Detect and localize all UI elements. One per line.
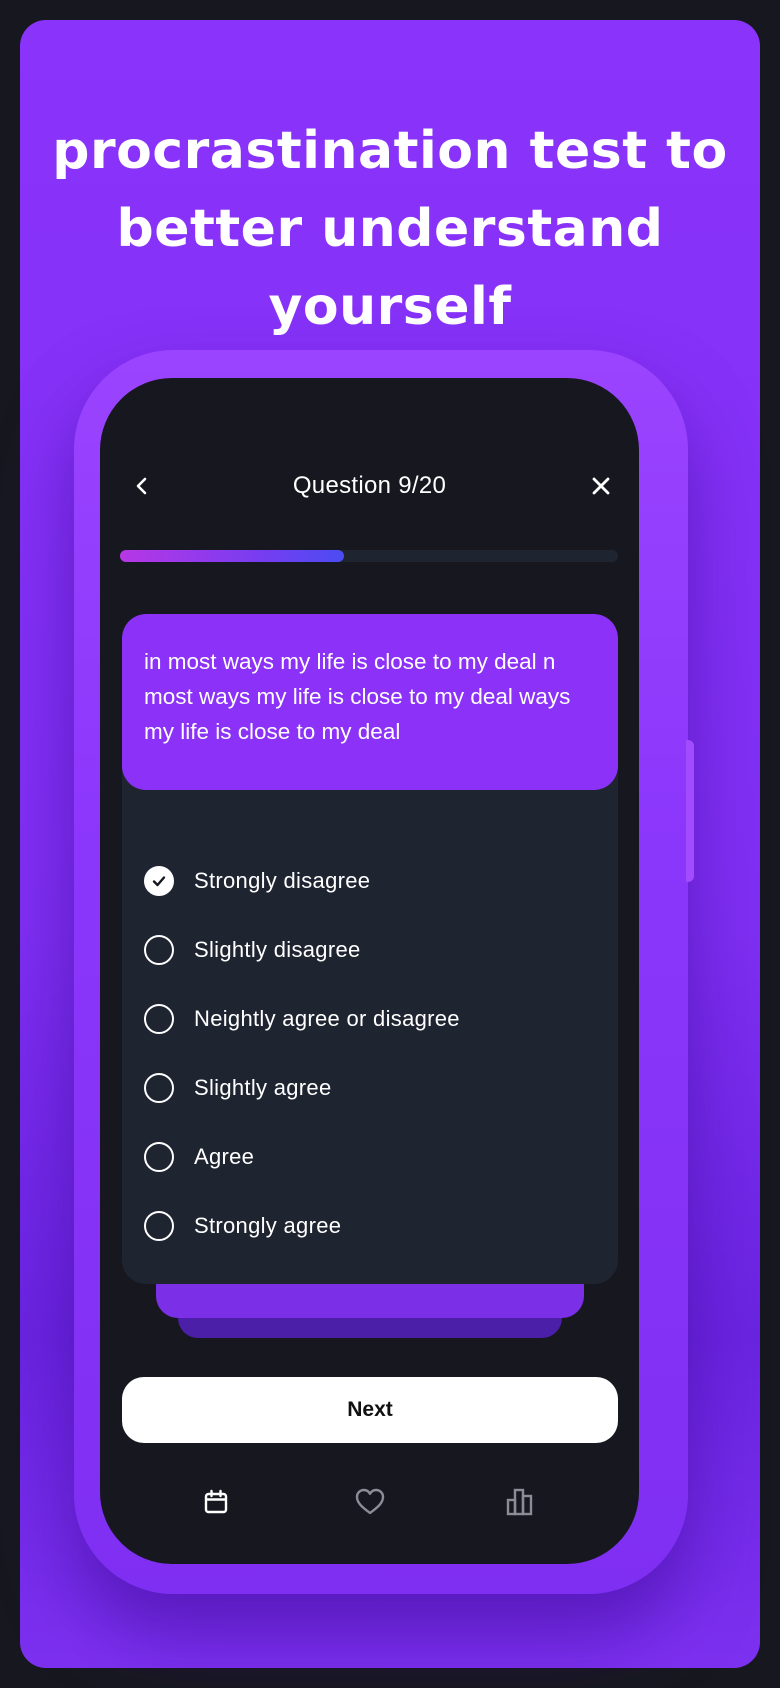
- question-card: in most ways my life is close to my deal…: [122, 614, 618, 1284]
- tab-favorites[interactable]: [350, 1482, 390, 1522]
- answer-option[interactable]: Agree: [144, 1122, 604, 1191]
- bar-chart-icon: [506, 1488, 533, 1516]
- answer-option-label: Slightly disagree: [194, 936, 361, 962]
- phone-screen: Question 9/20 in most ways my life is cl…: [100, 378, 639, 1564]
- answer-option-label: Slightly agree: [194, 1074, 332, 1100]
- quiz-nav-bar: Question 9/20: [100, 466, 639, 506]
- heart-icon: [355, 1488, 385, 1515]
- progress-bar: [120, 550, 618, 562]
- close-button[interactable]: [585, 470, 617, 502]
- answer-option[interactable]: Slightly agree: [144, 1053, 604, 1122]
- tab-bar: [100, 1482, 639, 1522]
- radio-button[interactable]: [144, 1072, 174, 1103]
- next-button[interactable]: Next: [122, 1377, 618, 1443]
- checkmark-icon: [152, 875, 166, 886]
- radio-button[interactable]: [144, 1141, 174, 1172]
- headline-line-3: yourself: [268, 277, 512, 337]
- question-text: in most ways my life is close to my deal…: [122, 614, 618, 790]
- radio-button[interactable]: [144, 1003, 174, 1034]
- answer-options: Strongly disagree Slightly disagree Neig…: [144, 846, 604, 1260]
- answer-option[interactable]: Slightly disagree: [144, 915, 604, 984]
- close-icon: [592, 477, 610, 495]
- radio-button[interactable]: [144, 934, 174, 965]
- question-counter: Question 9/20: [292, 472, 447, 499]
- promo-headline: procrastination test to better understan…: [20, 112, 760, 346]
- headline-line-2: better understand: [116, 199, 664, 259]
- radio-button-checked[interactable]: [144, 865, 174, 896]
- tab-calendar[interactable]: [196, 1482, 236, 1522]
- tab-statistics[interactable]: [500, 1482, 540, 1522]
- answer-option-label: Neightly agree or disagree: [194, 1005, 460, 1031]
- calendar-icon: [204, 1489, 228, 1514]
- radio-button[interactable]: [144, 1210, 174, 1241]
- answer-option-label: Strongly agree: [194, 1212, 342, 1238]
- answer-option[interactable]: Neightly agree or disagree: [144, 984, 604, 1053]
- answer-option-label: Strongly disagree: [194, 867, 371, 893]
- phone-side-button: [686, 740, 694, 882]
- answer-option[interactable]: Strongly disagree: [144, 846, 604, 915]
- headline-line-1: procrastination test to: [52, 121, 728, 181]
- answer-option-label: Agree: [194, 1143, 255, 1169]
- answer-option[interactable]: Strongly agree: [144, 1191, 604, 1260]
- progress-bar-fill: [120, 550, 345, 562]
